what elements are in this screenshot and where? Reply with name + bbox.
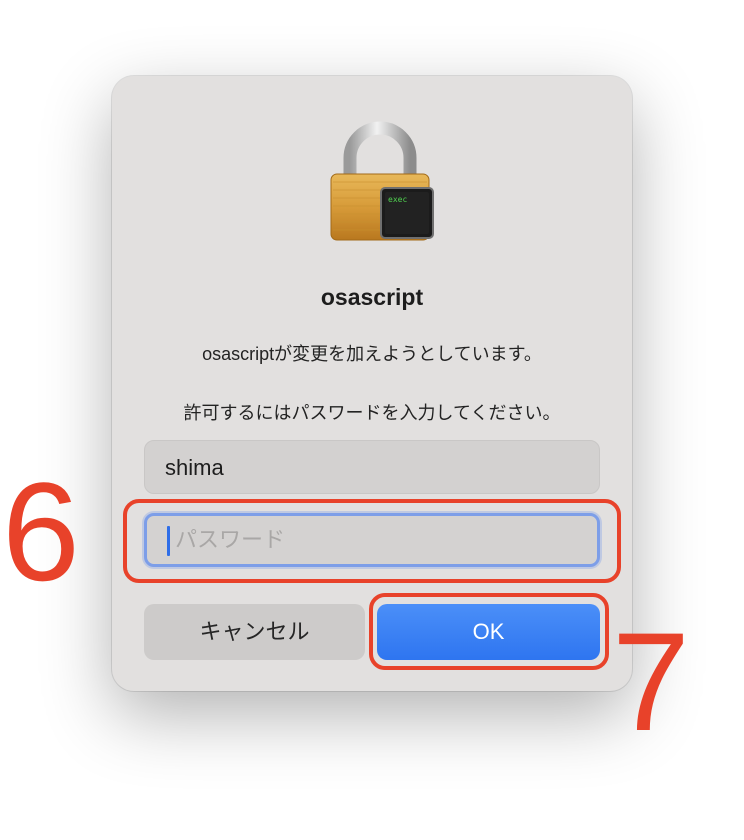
annotation-box-password <box>123 499 621 583</box>
message-line-2: 許可するにはパスワードを入力してください。 <box>183 403 561 423</box>
annotation-box-ok <box>369 593 609 670</box>
annotation-marker-6: 6 <box>2 453 80 610</box>
annotation-marker-7: 7 <box>612 603 690 760</box>
cancel-button[interactable]: キャンセル <box>144 604 365 660</box>
username-field[interactable]: shima <box>144 440 600 494</box>
screenshot-stage: exec osascript osascriptが変更を加えようとしています。 … <box>0 0 744 840</box>
username-value: shima <box>165 455 224 480</box>
lock-badge-text: exec <box>388 195 407 204</box>
message-line-1: osascriptが変更を加えようとしています。 <box>202 344 542 364</box>
app-title: osascript <box>320 284 424 310</box>
padlock-icon: exec <box>330 121 434 241</box>
